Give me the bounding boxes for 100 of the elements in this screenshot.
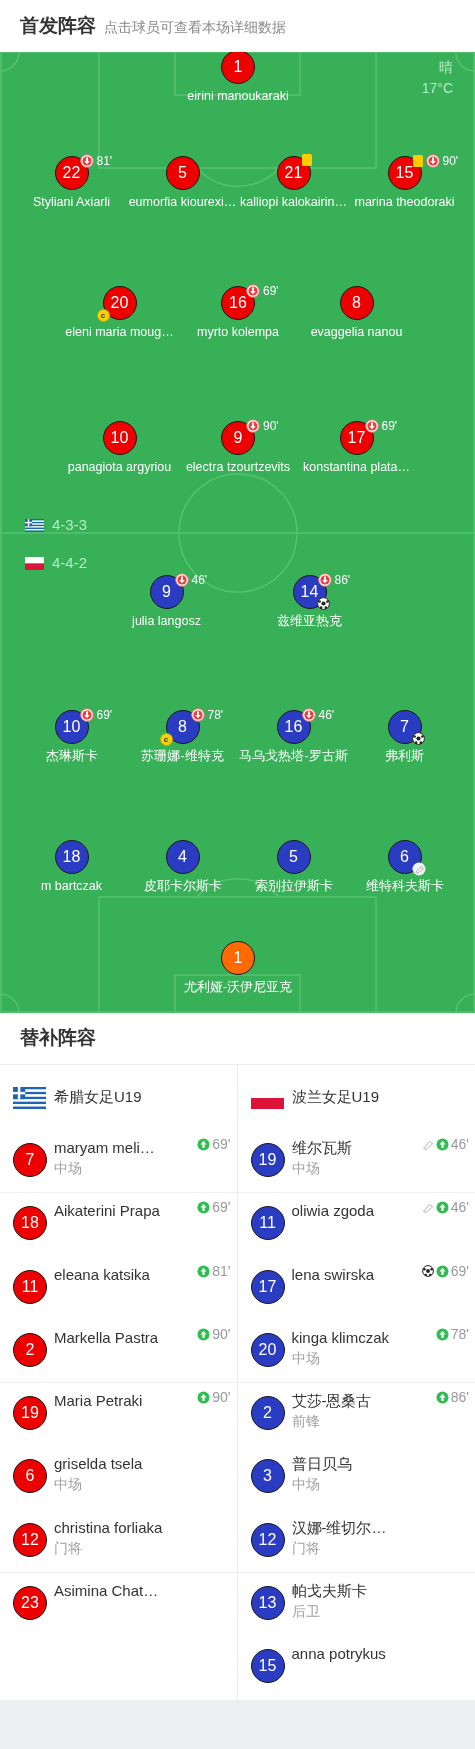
substitution-off-icon [425,154,440,168]
player-number[interactable]: 7 [387,710,422,744]
player-position: 中场 [54,1159,83,1178]
player-number[interactable]: 10 [54,710,89,744]
player-name[interactable]: panagiota argyriou [67,460,172,475]
formation-label: 4-3-3 [52,515,88,535]
soccer-ball-icon [316,597,330,610]
section-title: 首发阵容 [20,13,96,38]
player-number[interactable]: 22 [54,156,89,190]
player-number[interactable]: 17 [339,421,374,455]
player-name[interactable]: 普日贝乌 [291,1453,462,1475]
player-name[interactable]: 弗利斯 [385,749,424,764]
player-number[interactable]: 12 [250,1522,285,1557]
player-name[interactable]: eumorfia kiourexi… [128,195,237,210]
player-number[interactable]: 2 [250,1396,285,1431]
player-name[interactable]: Aikaterini Prapa [54,1200,191,1222]
player-name[interactable]: m bartczak [40,879,103,894]
player-number[interactable]: 11 [13,1269,47,1304]
player-name[interactable]: myrto kolempa [197,325,279,340]
player-name[interactable]: marina theodoraki [354,195,455,210]
section-subtitle: 点击球员可查看本场详细数据 [104,18,286,37]
substitution-minute: 69' [381,419,398,433]
player-number[interactable]: 11 [250,1206,285,1241]
player-name[interactable]: griselda tsela [54,1453,224,1475]
player-name[interactable]: Markella Pastra [54,1326,191,1348]
player-name[interactable]: 维特科夫斯卡 [365,879,444,894]
player-name[interactable]: julia langosz [132,614,201,629]
substitution-minute: 90' [212,1324,231,1344]
player-name[interactable]: anna potrykus [291,1643,462,1665]
flag-icon [13,1086,46,1109]
player-number[interactable]: 15 [250,1649,285,1684]
player-name[interactable]: Styliani Axiarli [32,195,111,210]
player-number[interactable]: 19 [250,1143,285,1177]
player-name[interactable]: electra tzourtzevits [185,460,291,475]
weather-temperature: 17°C [421,79,453,98]
player-number[interactable]: 16 [276,710,311,744]
player-position: 中场 [54,1475,83,1495]
player-number[interactable]: 6 [13,1459,47,1494]
player-name[interactable]: eleana katsika [54,1263,191,1285]
player-number[interactable]: 16 [221,286,255,320]
soccer-ball-icon [411,732,425,745]
player-name[interactable]: 苏珊娜-维特克 [141,749,224,764]
player-name[interactable]: 皮耶卡尔斯卡 [143,879,222,894]
player-name[interactable]: kinga klimczak [291,1326,429,1348]
player-number[interactable]: 19 [13,1396,47,1431]
player-name[interactable]: eleni maria moug… [65,325,174,340]
substitution-minute: 78' [450,1324,469,1344]
player-number[interactable]: 17 [250,1269,285,1304]
player-number[interactable]: 12 [13,1522,47,1557]
player-name[interactable]: eirini manoukaraki [187,89,289,104]
player-name[interactable]: 汉娜-维切尔… [291,1516,462,1538]
player-number[interactable]: 18 [13,1206,47,1241]
player-number[interactable]: 21 [276,156,311,190]
player-name[interactable]: 兹维亚热克 [277,614,342,629]
substitution-off-icon [190,708,205,722]
player-name[interactable]: 杰琳斯卡 [45,749,98,764]
player-number[interactable]: 5 [165,156,200,190]
player-number[interactable]: 10 [102,421,137,455]
player-name[interactable]: lena swirska [291,1263,415,1285]
substitution-off-icon [364,419,379,433]
player-number[interactable]: 6 [387,840,422,874]
player-name[interactable]: christina forliaka [54,1516,224,1538]
player-name[interactable]: 索别拉伊斯卡 [254,879,333,894]
player-number[interactable]: 1 [221,941,255,975]
player-number[interactable]: 20 [250,1332,285,1367]
player-number[interactable]: 15 [387,156,422,190]
substitution-on-icon [435,1138,449,1151]
player-number[interactable]: 9 [221,421,255,455]
player-position: 门将 [291,1538,321,1558]
substitution-on-icon [197,1264,211,1278]
player-name[interactable]: Asimina Chat… [54,1580,224,1602]
player-name[interactable]: evaggelia nanou [310,325,403,340]
substitution-minute: 81' [96,154,113,168]
player-number[interactable]: 8 [339,286,374,320]
player-name[interactable]: kalliopi kalokairin… [240,195,347,210]
player-number[interactable]: 2 [13,1332,47,1367]
player-position: 中场 [291,1348,321,1368]
player-name[interactable]: 马乌戈热塔-罗古斯 [239,749,348,764]
player-number[interactable]: 23 [13,1586,47,1621]
player-name[interactable]: konstantina plata… [303,460,410,475]
player-name[interactable]: 维尔瓦斯 [291,1137,415,1158]
substitution-minute: 69' [96,708,113,722]
substitution-minute: 69' [212,1135,231,1154]
player-number[interactable]: 4 [165,840,200,874]
player-name[interactable]: 帕戈夫斯卡 [291,1580,462,1602]
player-number[interactable]: 9 [149,575,184,609]
player-number[interactable]: 7 [13,1143,47,1177]
substitution-minute: 78' [207,708,224,722]
player-name[interactable]: oliwia zgoda [291,1200,415,1222]
player-name[interactable]: Maria Petraki [54,1390,191,1412]
player-number[interactable]: 13 [250,1586,285,1621]
player-number[interactable]: 3 [250,1459,285,1494]
player-number[interactable]: 5 [276,840,311,874]
substitution-on-icon [435,1391,449,1405]
player-number[interactable]: 1 [221,52,255,84]
substitution-minute: 69' [263,284,279,298]
player-name[interactable]: maryam meli… [54,1137,191,1158]
player-number[interactable]: 18 [54,840,89,874]
team-name: 希腊女足U19 [54,1087,142,1108]
player-name[interactable]: 艾莎-恩桑古 [291,1390,429,1412]
